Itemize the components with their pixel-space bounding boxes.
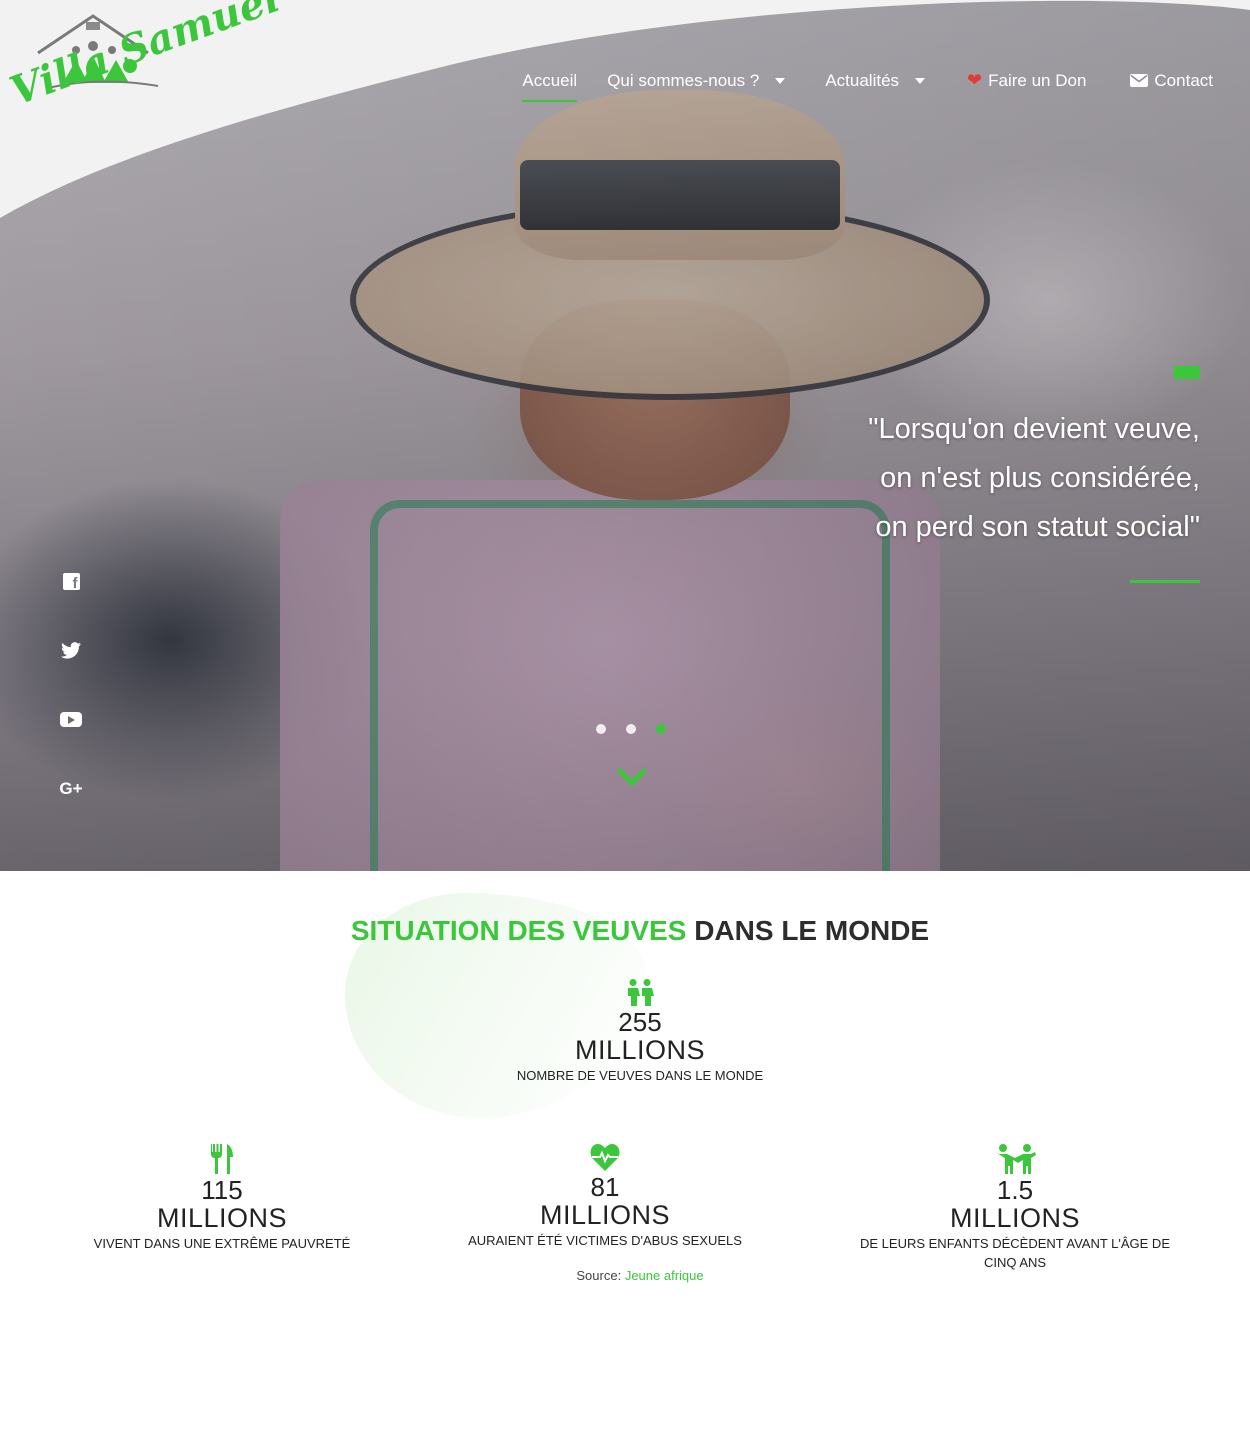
stat-abuse-unit: MILLIONS	[539, 1200, 671, 1230]
stats-section: SITUATION DES VEUVES DANS LE MONDE 255 M…	[0, 871, 1250, 1451]
stat-abuse-desc: AURAIENT ÉTÉ VICTIMES D'ABUS SEXUELS	[468, 1233, 742, 1248]
stat-children-desc: DE LEURS ENFANTS DÉCÈDENT AVANT L'ÂGE DE…	[860, 1236, 1170, 1270]
hero-quote: "Lorsqu'on devient veuve, on n'est plus …	[640, 405, 1200, 552]
quote-accent-bar	[1174, 366, 1200, 379]
stat-abuse: 81 MILLIONS AURAIENT ÉTÉ VICTIMES D'ABUS…	[455, 1144, 755, 1250]
chevron-down-icon[interactable]	[617, 768, 647, 788]
stat-main-desc: NOMBRE DE VEUVES DANS LE MONDE	[516, 1068, 764, 1083]
stat-poverty-unit: MILLIONS	[156, 1203, 288, 1233]
stat-main-number: 255	[618, 1007, 662, 1037]
slider-dot-2[interactable]	[626, 724, 636, 734]
caret-down-icon	[915, 77, 926, 84]
slider-dots	[596, 724, 666, 734]
quote-line-3: on perd son statut social"	[875, 511, 1200, 543]
nav-qui-sommes-nous[interactable]: Qui sommes-nous ?	[607, 70, 786, 91]
section-title-rest: DANS LE MONDE	[686, 915, 930, 946]
fork-knife-icon	[211, 1144, 233, 1174]
twitter-icon	[61, 642, 81, 659]
stat-poverty-number: 115	[201, 1175, 243, 1205]
heart-icon: ❤	[967, 70, 983, 90]
nav-qui-sommes-nous-label: Qui sommes-nous ?	[607, 70, 760, 90]
stat-main: 255 MILLIONS NOMBRE DE VEUVES DANS LE MO…	[490, 979, 790, 1085]
logo[interactable]: Villa Samuel	[4, 0, 286, 158]
heartbeat-icon	[590, 1144, 620, 1171]
quote-line-2: on n'est plus considérée,	[880, 462, 1200, 494]
nav-accueil-label: Accueil	[522, 70, 578, 90]
stat-poverty-desc: VIVENT DANS UNE EXTRÊME PAUVRETÉ	[93, 1236, 351, 1251]
nav-contact-label: Contact	[1154, 70, 1213, 90]
nav-faire-un-don[interactable]: ❤ Faire un Don	[967, 70, 1086, 91]
nav-accueil[interactable]: Accueil	[522, 70, 578, 102]
stat-abuse-number: 81	[590, 1172, 620, 1202]
stat-main-unit: MILLIONS	[574, 1035, 706, 1065]
stat-children-number: 1.5	[996, 1175, 1034, 1205]
youtube-icon	[60, 712, 82, 727]
quote-line-1: "Lorsqu'on devient veuve,	[868, 413, 1200, 445]
twitter-link[interactable]	[58, 639, 84, 662]
section-title: SITUATION DES VEUVES DANS LE MONDE	[0, 915, 1250, 947]
google-plus-link[interactable]: G+	[58, 777, 84, 800]
couple-icon	[628, 979, 654, 1006]
envelope-icon	[1130, 74, 1149, 87]
slider-dot-1[interactable]	[596, 724, 606, 734]
stat-poverty: 115 MILLIONS VIVENT DANS UNE EXTRÊME PAU…	[72, 1144, 372, 1253]
hero-banner: Villa Samuel Accueil Qui sommes-nous ? A…	[0, 0, 1250, 871]
facebook-icon	[62, 573, 80, 592]
main-nav: Accueil Qui sommes-nous ? Actualités ❤ F…	[492, 70, 1213, 102]
facebook-link[interactable]	[58, 570, 84, 593]
nav-contact[interactable]: Contact	[1130, 71, 1213, 91]
stat-children-unit: MILLIONS	[949, 1203, 1081, 1233]
social-links: G+	[58, 570, 84, 800]
google-plus-icon: G+	[59, 778, 83, 798]
source-link[interactable]: Jeune afrique	[625, 1268, 704, 1283]
children-icon	[995, 1144, 1036, 1174]
nav-faire-un-don-label: Faire un Don	[988, 70, 1087, 90]
section-title-highlight: SITUATION DES VEUVES	[350, 915, 687, 946]
slider-dot-3[interactable]	[656, 724, 666, 734]
stat-children: 1.5 MILLIONS DE LEURS ENFANTS DÉCÈDENT A…	[850, 1144, 1180, 1272]
caret-down-icon	[775, 77, 786, 84]
source-label: Source:	[576, 1268, 622, 1283]
quote-underline	[1130, 580, 1200, 583]
nav-actualites[interactable]: Actualités	[825, 70, 926, 91]
youtube-link[interactable]	[58, 708, 84, 731]
nav-actualites-label: Actualités	[825, 70, 900, 90]
source-line: Source: Jeune afrique	[0, 1268, 1250, 1283]
